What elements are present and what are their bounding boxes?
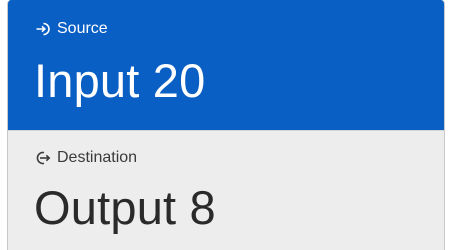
destination-label: Destination xyxy=(57,149,138,166)
source-section[interactable]: Source Input 20 xyxy=(8,0,444,130)
destination-value: Output 8 xyxy=(34,181,216,234)
source-label: Source xyxy=(57,20,108,37)
source-value: Input 20 xyxy=(34,54,206,107)
destination-arrow-out-icon xyxy=(35,150,51,166)
destination-section[interactable]: Destination Output 8 xyxy=(8,130,444,250)
source-arrow-in-icon xyxy=(35,21,51,37)
source-header: Source xyxy=(35,19,108,39)
routing-panel: Source Input 20 Destination Output 8 xyxy=(7,0,445,250)
destination-header: Destination xyxy=(35,148,137,168)
